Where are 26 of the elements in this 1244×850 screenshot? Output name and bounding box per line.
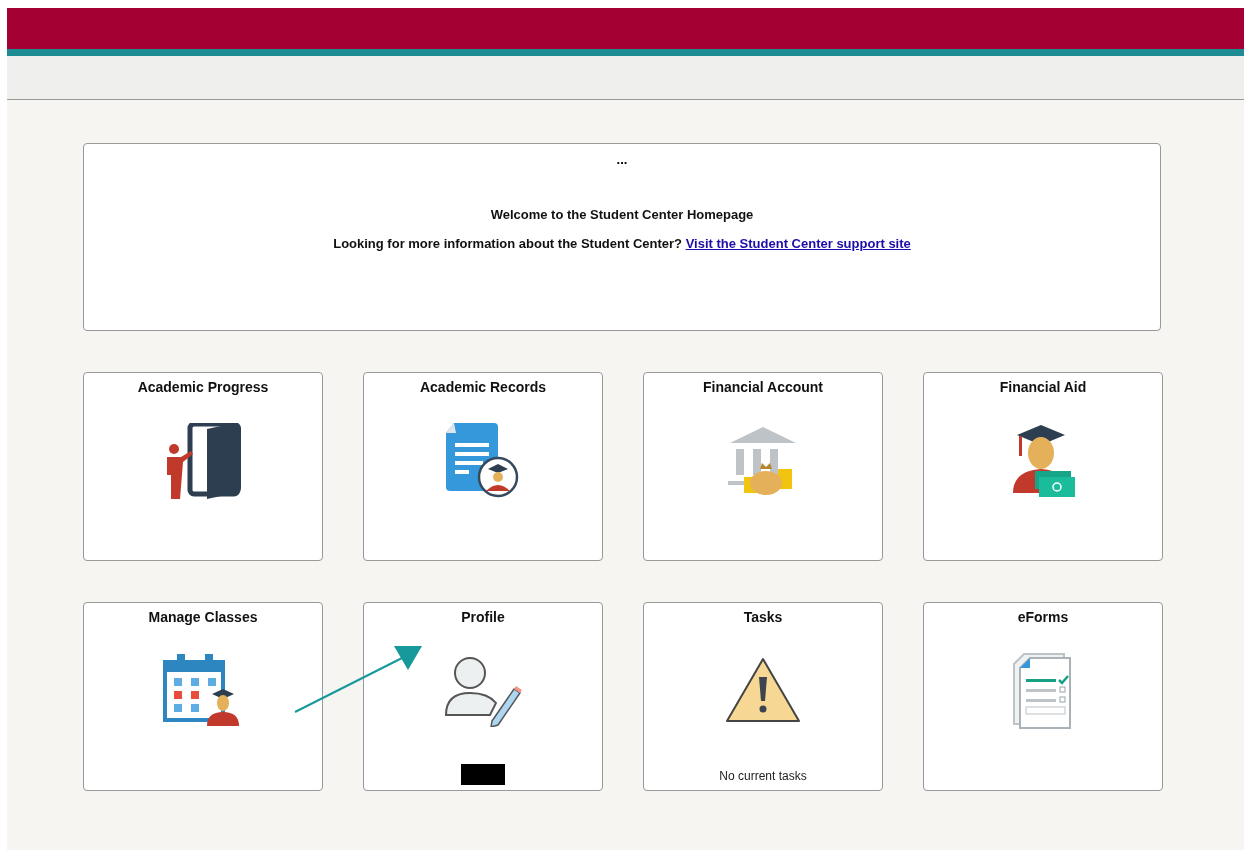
tile-title: Academic Progress <box>137 379 269 395</box>
warning-icon <box>725 657 801 725</box>
ellipsis: ... <box>616 152 628 167</box>
form-checklist-icon <box>1012 652 1074 730</box>
graduate-money-icon <box>1011 423 1075 499</box>
tile[interactable]: Academic Records <box>363 372 603 561</box>
welcome-title: Welcome to the Student Center Homepage <box>490 207 754 222</box>
tile-note: No current tasks <box>719 769 807 783</box>
document-graduate-icon <box>446 423 520 499</box>
tile-title: Manage Classes <box>148 609 258 625</box>
tile-title: Financial Account <box>702 379 824 395</box>
support-link[interactable]: Visit the Student Center support site <box>685 236 911 251</box>
tile-title: Financial Aid <box>999 379 1087 395</box>
tile[interactable]: Manage Classes <box>83 602 323 791</box>
tile[interactable]: Tasks No current tasks <box>643 602 883 791</box>
user-edit-icon <box>444 655 522 727</box>
tile[interactable]: Financial Account <box>643 372 883 561</box>
tile[interactable]: Profile <box>363 602 603 791</box>
tile-title: Profile <box>461 609 505 625</box>
tile-title: eForms <box>1017 609 1069 625</box>
tile[interactable]: Financial Aid <box>923 372 1163 561</box>
tile[interactable]: Academic Progress <box>83 372 323 561</box>
info-text: Looking for more information about the Student Center? <box>333 236 683 251</box>
tile[interactable]: eForms <box>923 602 1163 791</box>
tile-title: Academic Records <box>419 379 547 395</box>
tile-title: Tasks <box>743 609 783 625</box>
